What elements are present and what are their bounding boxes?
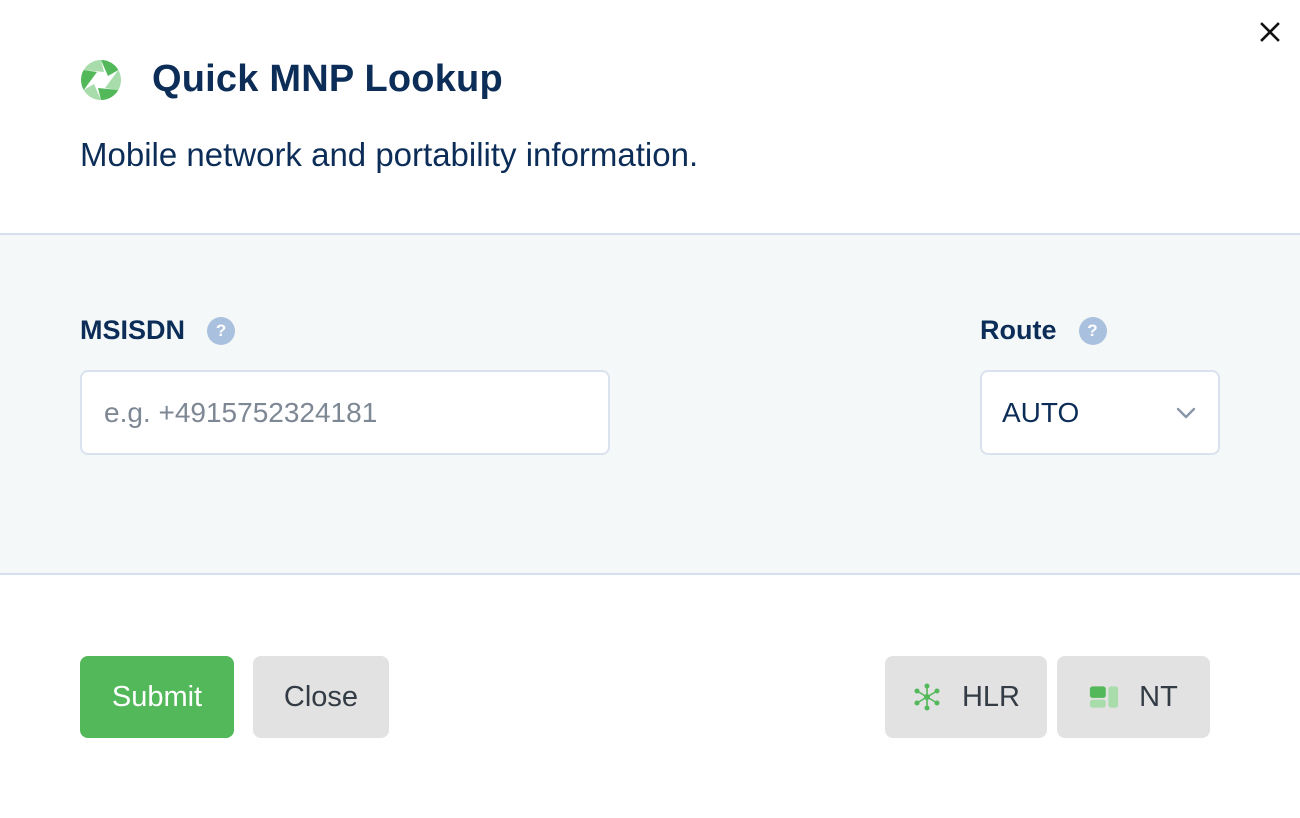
help-icon[interactable]: ? xyxy=(207,316,236,345)
mnp-aperture-icon xyxy=(81,59,121,100)
route-selected-value: AUTO xyxy=(1002,396,1080,428)
title-row: Quick MNP Lookup xyxy=(80,58,503,101)
hlr-button[interactable]: HLR xyxy=(885,656,1047,738)
route-label: Route xyxy=(980,315,1057,345)
close-icon[interactable] xyxy=(1258,20,1282,44)
lookup-form: MSISDN ? Route ? AUTO xyxy=(0,233,1300,575)
hlr-button-label: HLR xyxy=(961,680,1020,713)
msisdn-label: MSISDN xyxy=(80,315,186,345)
msisdn-input[interactable] xyxy=(80,370,610,455)
close-button[interactable]: Close xyxy=(253,656,389,738)
route-label-row: Route ? xyxy=(980,315,1107,346)
route-select[interactable]: AUTO xyxy=(980,370,1220,455)
dialog-title: Quick MNP Lookup xyxy=(152,58,503,100)
chevron-down-icon xyxy=(1176,407,1196,418)
submit-button[interactable]: Submit xyxy=(80,656,234,738)
nt-button-label: NT xyxy=(1139,680,1178,713)
help-icon[interactable]: ? xyxy=(1078,316,1107,345)
nt-button[interactable]: NT xyxy=(1057,656,1210,738)
dialog-subtitle: Mobile network and portability informati… xyxy=(80,136,699,173)
dialog-header: Quick MNP Lookup xyxy=(80,58,503,101)
msisdn-label-row: MSISDN ? xyxy=(80,315,236,346)
network-nodes-icon xyxy=(914,683,940,711)
number-type-blocks-icon xyxy=(1090,686,1119,708)
quick-mnp-lookup-dialog: Quick MNP Lookup Mobile network and port… xyxy=(0,0,1300,818)
